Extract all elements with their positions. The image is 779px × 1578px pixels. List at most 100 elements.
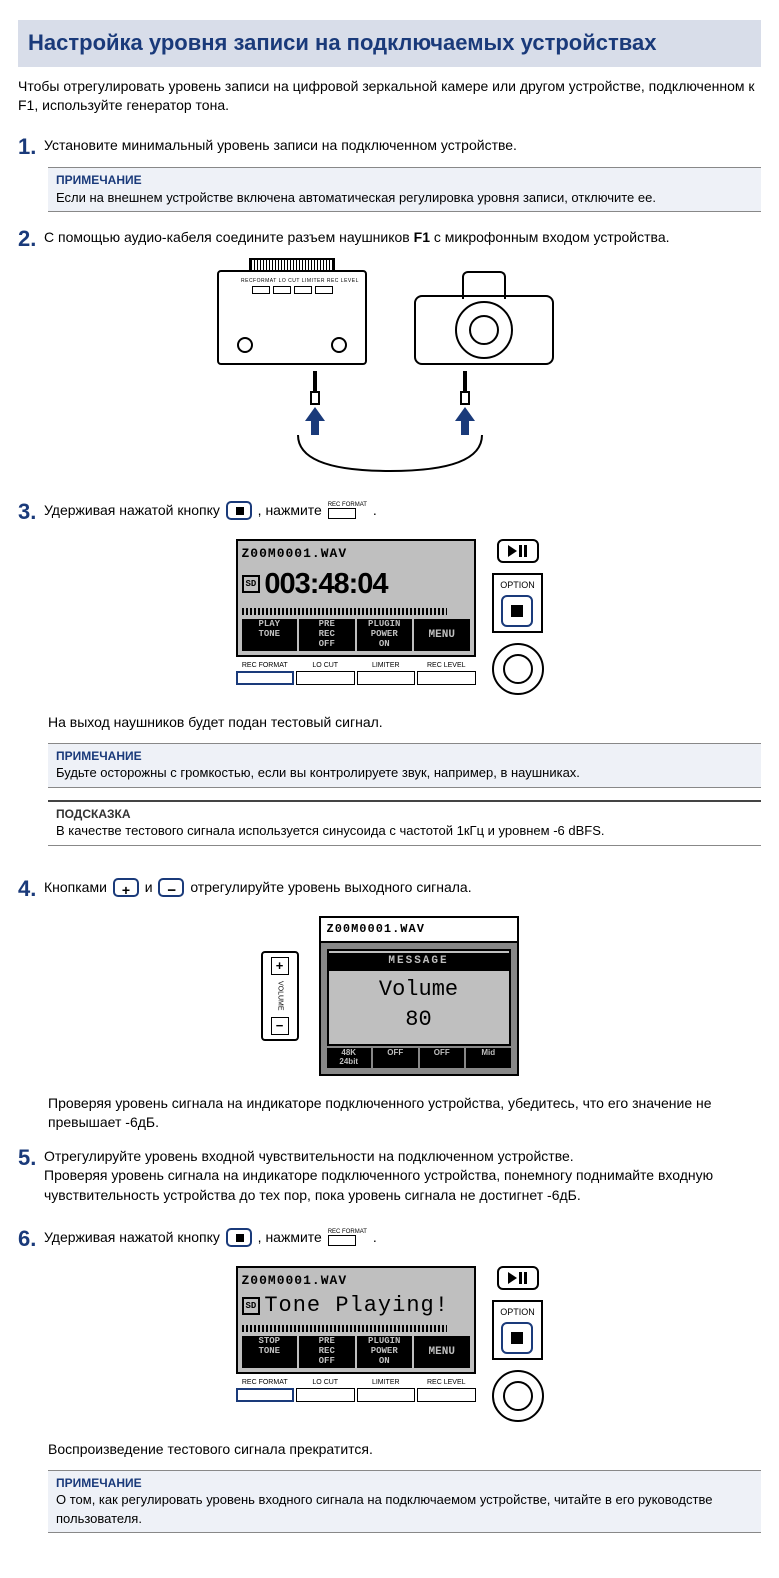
step-text: отрегулируйте уровень выходного сигнала. (190, 879, 471, 895)
note-title: ПРИМЕЧАНИЕ (56, 172, 753, 189)
plug-right-icon (455, 371, 475, 435)
status-cell: OFF (373, 1048, 418, 1068)
volume-illustration: + VOLUME − Z00M0001.WAV MESSAGE Volume 8… (18, 916, 761, 1075)
hw-label: LO CUT (296, 661, 355, 671)
note-box: ПРИМЕЧАНИЕ Если на внешнем устройстве вк… (48, 167, 761, 212)
softkey-prerec: PRERECOFF (299, 1336, 355, 1368)
hw-locut-button-icon (296, 1388, 355, 1402)
softkey-stop-tone: STOPTONE (242, 1336, 298, 1368)
step-3: 3. Удерживая нажатой кнопку , нажмите RE… (18, 497, 761, 528)
step-text: С помощью аудио-кабеля соедините разъем … (44, 229, 414, 245)
step-3-after: На выход наушников будет подан тестовый … (48, 713, 761, 733)
hw-label: REC LEVEL (417, 1378, 476, 1388)
step-text: Удерживая нажатой кнопку (44, 1229, 224, 1245)
hint-box: ПОДСКАЗКА В качестве тестового сигнала и… (48, 800, 761, 846)
lcd-time: 003:48:04 (264, 564, 387, 605)
hw-label: LIMITER (357, 1378, 416, 1388)
status-cell: OFF (420, 1048, 465, 1068)
step-text: и (145, 879, 157, 895)
cable-icon (230, 435, 550, 477)
minus-button-icon: − (158, 878, 184, 897)
option-block: OPTION (492, 1300, 543, 1360)
hw-limiter-button-icon (357, 1388, 416, 1402)
stop-button-icon (226, 1228, 252, 1247)
note-text: Если на внешнем устройстве включена авто… (56, 189, 753, 207)
plus-button-icon: + (113, 878, 139, 897)
step-4: 4. Кнопками + и − отрегулируйте уровень … (18, 874, 761, 905)
option-stop-button-icon (501, 595, 533, 627)
option-stop-button-icon (501, 1322, 533, 1354)
lcd-screen: Z00M0001.WAV SD Tone Playing! STOPTONE P… (236, 1266, 476, 1374)
step-text: . (373, 502, 377, 518)
step-text: , нажмите (258, 502, 326, 518)
hw-label: LIMITER (357, 661, 416, 671)
softkey-prerec: PRERECOFF (299, 619, 355, 651)
connection-illustration: RECFORMAT LO CUT LIMITER REC LEVEL (18, 265, 761, 477)
step-text: , нажмите (258, 1229, 326, 1245)
step-text: Удерживая нажатой кнопку (44, 502, 224, 518)
note-title: ПРИМЕЧАНИЕ (56, 748, 753, 765)
status-cell: Mid (466, 1048, 511, 1068)
note-box: ПРИМЕЧАНИЕ Будьте осторожны с громкостью… (48, 743, 761, 788)
lcd-screen: Z00M0001.WAV SD 003:48:04 PLAYTONE PRERE… (236, 539, 476, 656)
rec-format-button-icon: REC FORMAT (328, 502, 367, 519)
lcd-screen: MESSAGE Volume 80 48K24bit OFF OFF Mid (319, 941, 519, 1076)
rec-format-button-icon: REC FORMAT (328, 1229, 367, 1246)
hw-locut-button-icon (296, 671, 355, 685)
step-number: 4. (18, 874, 44, 905)
device-name: F1 (414, 229, 430, 245)
step-6: 6. Удерживая нажатой кнопку , нажмите RE… (18, 1224, 761, 1255)
step-text: Установите минимальный уровень записи на… (44, 137, 517, 153)
step-6-after: Воспроизведение тестового сигнала прекра… (48, 1440, 761, 1460)
message-value: 80 (329, 1005, 509, 1036)
lcd-main-text: Tone Playing! (264, 1291, 449, 1322)
hw-rec-format-button-icon (236, 671, 295, 685)
step-number: 5. (18, 1143, 44, 1174)
play-pause-button-icon (497, 539, 539, 563)
volume-slider-icon: + VOLUME − (261, 951, 299, 1041)
softkey-menu: MENU (414, 619, 470, 651)
softkey-plugin-power: PLUGINPOWERON (357, 1336, 413, 1368)
step-text: с микрофонным входом устройства. (430, 229, 670, 245)
step-text: Кнопками (44, 879, 111, 895)
hw-label: REC FORMAT (236, 1378, 295, 1388)
softkey-plugin-power: PLUGINPOWERON (357, 619, 413, 651)
step-text: Отрегулируйте уровень входной чувствител… (44, 1147, 761, 1167)
sd-icon: SD (242, 575, 261, 594)
camera-icon (407, 265, 562, 365)
softkey-play-tone: PLAYTONE (242, 619, 298, 651)
note-text: Будьте осторожны с громкостью, если вы к… (56, 764, 753, 782)
step-5: 5. Отрегулируйте уровень входной чувстви… (18, 1143, 761, 1206)
step-text: Проверяя уровень сигнала на индикаторе п… (44, 1166, 761, 1205)
step-2: 2. С помощью аудио-кабеля соедините разъ… (18, 224, 761, 255)
sd-icon: SD (242, 1297, 261, 1316)
step-number: 3. (18, 497, 44, 528)
softkey-menu: MENU (414, 1336, 470, 1368)
hw-reclevel-button-icon (417, 671, 476, 685)
level-meter-icon (242, 608, 447, 615)
lcd-illustration-1: Z00M0001.WAV SD 003:48:04 PLAYTONE PRERE… (18, 539, 761, 695)
note-box: ПРИМЕЧАНИЕ О том, как регулировать урове… (48, 1470, 761, 1533)
status-cell: 48K24bit (327, 1048, 372, 1068)
lcd-illustration-2: Z00M0001.WAV SD Tone Playing! STOPTONE P… (18, 1266, 761, 1422)
hw-label: REC LEVEL (417, 661, 476, 671)
plug-left-icon (305, 371, 325, 435)
note-text: О том, как регулировать уровень входного… (56, 1491, 753, 1527)
lcd-filename: Z00M0001.WAV (319, 916, 519, 941)
step-1: 1. Установите минимальный уровень записи… (18, 132, 761, 163)
wheel-icon (492, 1370, 544, 1422)
step-number: 1. (18, 132, 44, 163)
intro-text: Чтобы отрегулировать уровень записи на ц… (18, 77, 761, 116)
step-number: 2. (18, 224, 44, 255)
step-4-after: Проверяя уровень сигнала на индикаторе п… (48, 1094, 761, 1133)
hw-label: REC FORMAT (236, 661, 295, 671)
hw-label: LO CUT (296, 1378, 355, 1388)
stop-button-icon (226, 501, 252, 520)
note-title: ПРИМЕЧАНИЕ (56, 1475, 753, 1492)
lcd-filename: Z00M0001.WAV (242, 1272, 470, 1290)
hint-text: В качестве тестового сигнала используетс… (56, 822, 753, 840)
message-text: Volume (329, 975, 509, 1006)
level-meter-icon (242, 1325, 447, 1332)
wheel-icon (492, 643, 544, 695)
page-title: Настройка уровня записи на подключаемых … (18, 20, 761, 67)
